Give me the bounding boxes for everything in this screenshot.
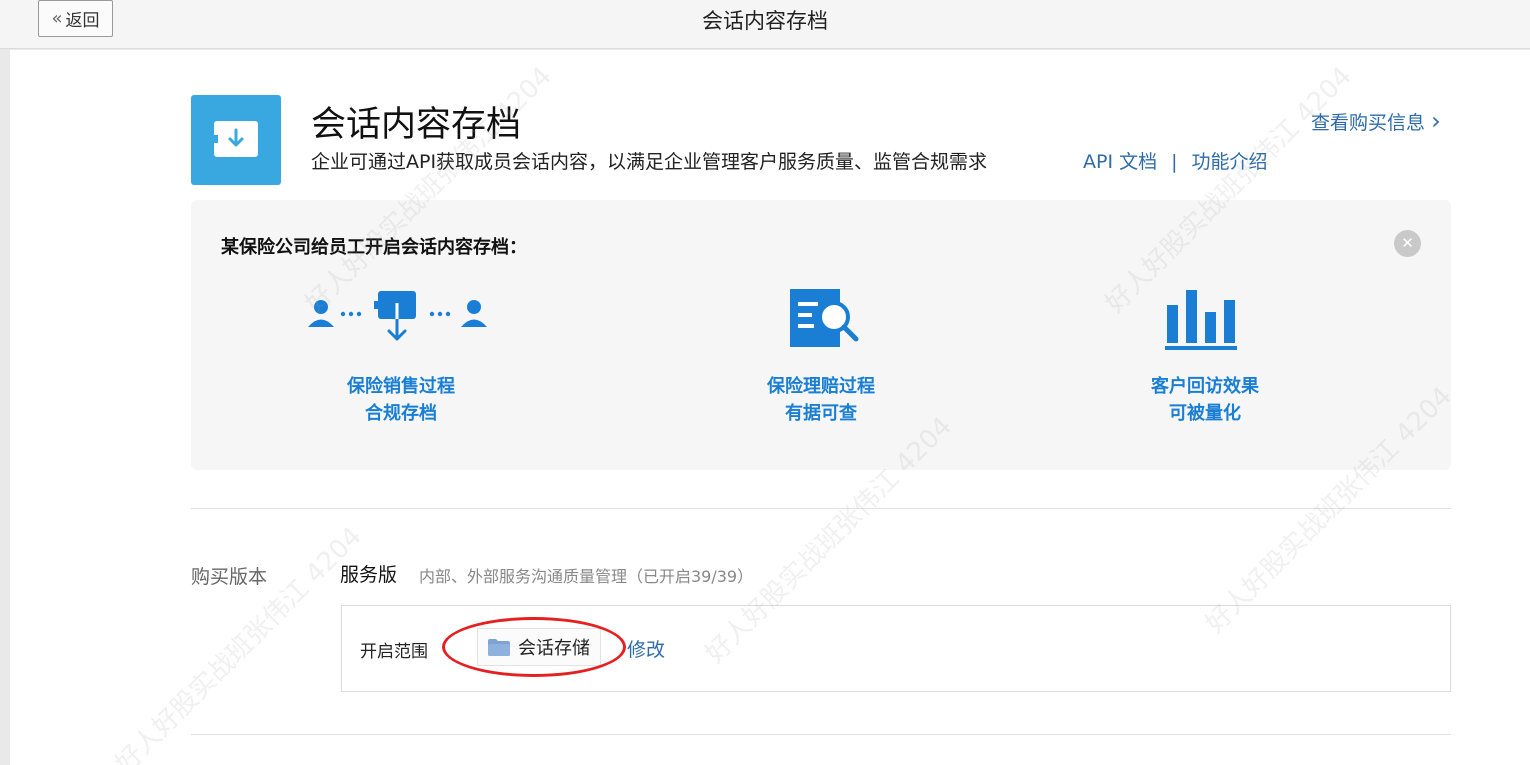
section-divider (191, 508, 1451, 509)
version-description: 内部、外部服务沟通质量管理（已开启39/39） (419, 567, 754, 586)
link-separator: | (1171, 151, 1178, 173)
feature-line-1: 保险销售过程 (347, 376, 455, 397)
feature-title: 会话内容存档 (311, 105, 522, 145)
document-search-icon (790, 289, 859, 347)
feature-line-1: 客户回访效果 (1151, 376, 1259, 397)
feature-claims-audit: 保险理赔过程 有据可查 (701, 285, 941, 427)
feature-line-2: 可被量化 (1169, 403, 1241, 424)
feature-line-2: 合规存档 (365, 403, 437, 424)
top-bar: « 返回 会话内容存档 (0, 0, 1530, 49)
feature-sales-archive: 保险销售过程 合规存档 (281, 285, 521, 427)
purchase-version-label: 购买版本 (191, 566, 268, 588)
modify-scope-link[interactable]: 修改 (627, 635, 665, 662)
feature-intro-link[interactable]: 功能介绍 (1192, 151, 1268, 173)
page-title: 会话内容存档 (702, 9, 828, 33)
doc-links: API 文档 | 功能介绍 (1083, 147, 1268, 174)
api-doc-link[interactable]: API 文档 (1083, 151, 1157, 173)
section-divider (191, 734, 1451, 735)
archive-app-icon (191, 95, 281, 185)
feature-line-2: 有据可查 (785, 403, 857, 424)
version-name: 服务版 (340, 564, 398, 586)
purchase-link-label: 查看购买信息 (1311, 112, 1426, 134)
bar-chart-icon (1165, 290, 1237, 350)
view-purchase-info-link[interactable]: 查看购买信息 › (1311, 107, 1441, 135)
scope-label: 开启范围 (360, 642, 428, 662)
chevron-right-icon: › (1431, 107, 1441, 135)
watermark-text: 好人好股实战班张伟江 4204 (110, 521, 368, 765)
case-study-title: 某保险公司给员工开启会话内容存档： (221, 237, 527, 258)
annotation-circle (442, 617, 626, 677)
users-archive-icon (308, 291, 487, 341)
feature-line-1: 保险理赔过程 (767, 376, 875, 397)
close-icon[interactable]: ✕ (1394, 230, 1421, 257)
feature-callback-metrics: 客户回访效果 可被量化 (1085, 285, 1325, 427)
main-content: 会话内容存档 企业可通过API获取成员会话内容，以满足企业管理客户服务质量、监管… (10, 50, 1530, 765)
feature-description: 企业可通过API获取成员会话内容，以满足企业管理客户服务质量、监管合规需求 (311, 151, 988, 173)
case-study-card: 某保险公司给员工开启会话内容存档： ✕ 保险销售过程 合规存档 保险理赔过程 有… (191, 200, 1451, 470)
